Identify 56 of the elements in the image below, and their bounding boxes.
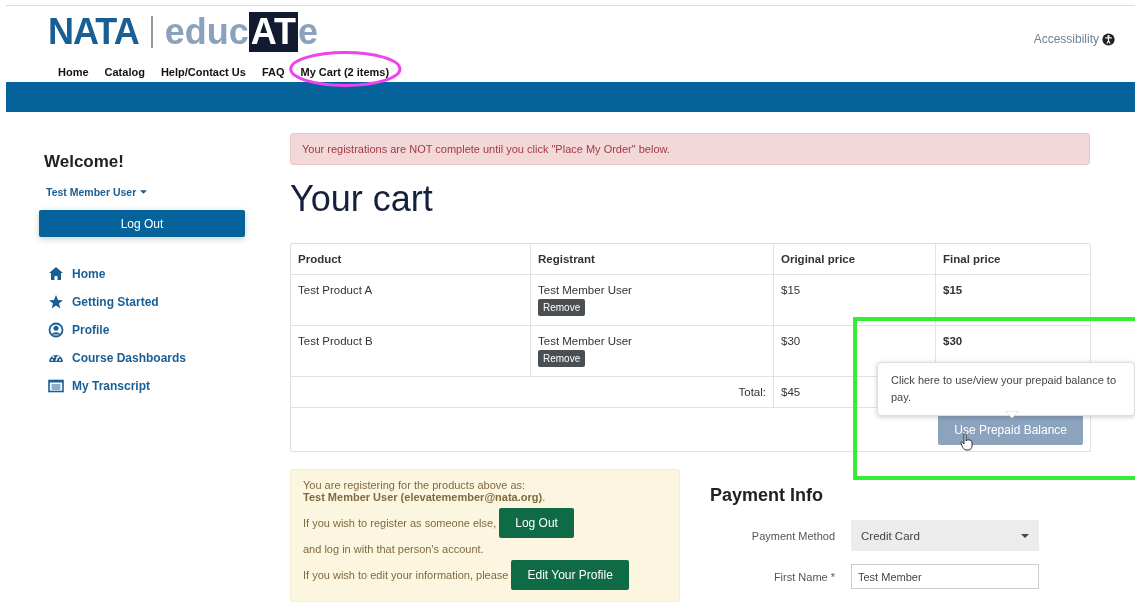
accessibility-icon[interactable] [1102, 32, 1115, 46]
sidebar-item[interactable]: Profile [72, 322, 110, 337]
notice-text: If you wish to edit your information, please [303, 569, 509, 581]
table-cell: $15 [943, 284, 963, 296]
nav-link[interactable]: FAQ [261, 66, 285, 78]
logout-button[interactable]: Log Out [499, 508, 574, 538]
table-cell: $30 [781, 335, 801, 347]
edit-profile-button[interactable]: Edit Your Profile [511, 560, 629, 590]
column-header: Product [291, 244, 531, 275]
user-menu[interactable]: Test Member User [46, 186, 137, 198]
remove-button[interactable]: Remove [538, 350, 586, 367]
nav-link[interactable]: Catalog [104, 66, 145, 78]
star-icon[interactable] [48, 293, 64, 310]
sidebar-item[interactable]: Getting Started [72, 294, 159, 309]
remove-button[interactable]: Remove [538, 299, 586, 316]
logo-text: NATA [48, 12, 139, 52]
column-header: Original price [774, 244, 936, 275]
caret-icon[interactable] [140, 190, 148, 194]
wordmark-text: educ [164, 12, 249, 52]
notice-text: and log in with that person's account. [303, 543, 485, 555]
column-header: Registrant [531, 244, 774, 275]
user-icon[interactable] [48, 321, 64, 338]
list-icon[interactable] [48, 377, 64, 394]
table-cell: $30 [943, 335, 963, 347]
sidebar-item[interactable]: Course Dashboards [72, 350, 187, 365]
table-cell: Test Member User [538, 284, 632, 296]
caret-icon[interactable] [1021, 533, 1029, 538]
notice-text: If you wish to register as someone else, [303, 517, 497, 529]
table-cell: $15 [781, 284, 801, 296]
section-heading: Payment Info [710, 485, 825, 506]
total-value: $45 [781, 386, 801, 398]
sidebar-item[interactable]: Home [72, 266, 106, 281]
alert-message: Your registrations are NOT complete until you click "Place My Order" below. [290, 133, 1090, 165]
tooltip: Click here to use/view your prepaid balance to pay. [877, 362, 1135, 416]
nav-link[interactable]: Help/Contact Us [160, 66, 246, 78]
welcome-heading: Welcome! [44, 152, 125, 172]
wordmark-highlight: AT [248, 12, 298, 52]
field-label: First Name * [772, 570, 836, 583]
notice-text: You are registering for the products above as: Test Member User (elevatemember@nata.org). [303, 479, 547, 503]
wordmark-text: e [298, 12, 319, 52]
input-field[interactable]: Test Member [851, 564, 1039, 589]
field-label: Payment Method [750, 529, 836, 542]
column-header: Final price [936, 244, 1091, 275]
hand-cursor-icon [960, 433, 974, 451]
table-cell: Test Product A [298, 284, 373, 296]
table-cell: Test Member User [538, 335, 632, 347]
sidebar-item[interactable]: My Transcript [72, 378, 151, 393]
total-label: Total: [738, 386, 766, 398]
nav-link[interactable]: Home [58, 66, 89, 78]
home-icon[interactable] [48, 265, 64, 282]
page-title: Your cart [290, 177, 434, 221]
logout-button[interactable]: Log Out [39, 210, 245, 237]
table-cell: Test Product B [298, 335, 373, 347]
payment-method-dropdown[interactable]: Credit Card [851, 520, 1039, 551]
tooltip-pointer [1005, 411, 1019, 418]
accessibility-link[interactable]: Accessibility [1033, 32, 1099, 46]
